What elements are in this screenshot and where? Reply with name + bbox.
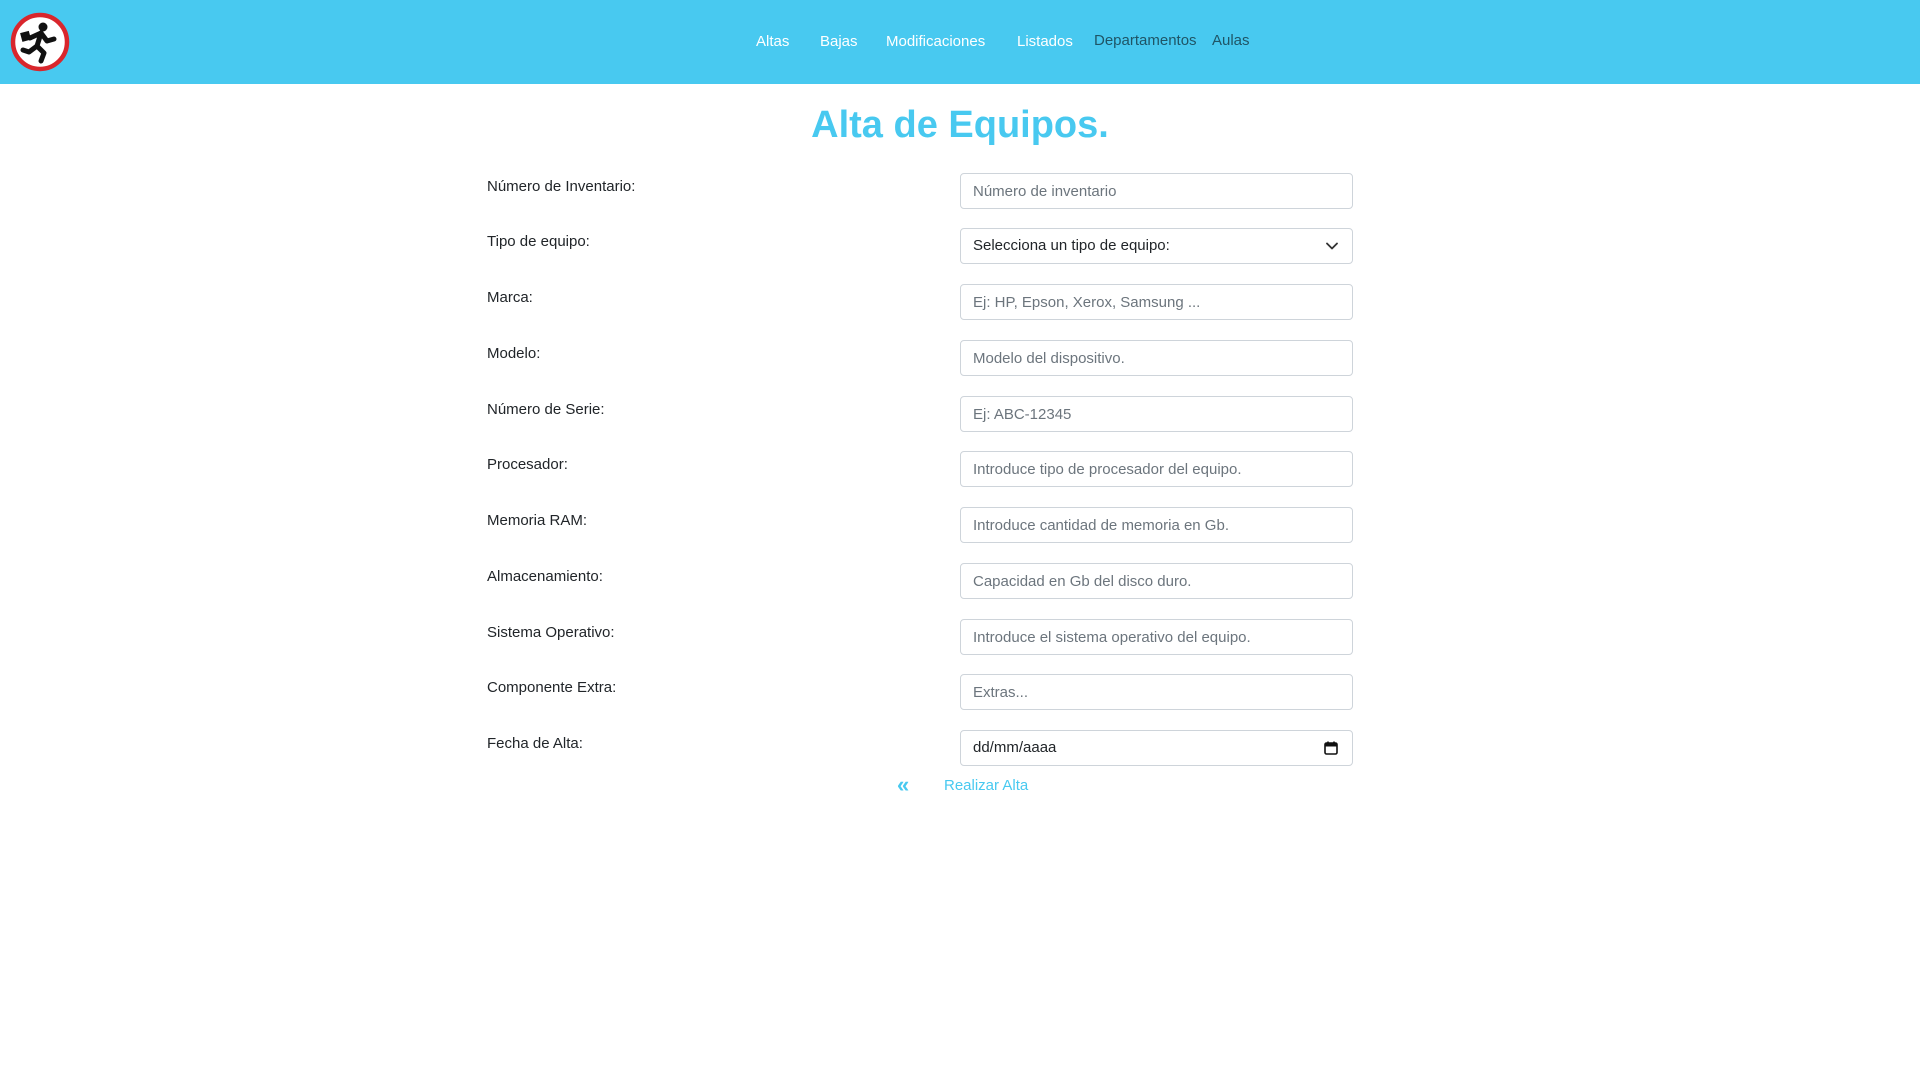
model-row: Modelo: [487, 340, 1353, 376]
serial-number-row: Número de Serie: [487, 396, 1353, 432]
extra-component-label: Componente Extra: [487, 679, 617, 696]
page-title: Alta de Equipos. [811, 104, 1109, 146]
registration-date-label: Fecha de Alta: [487, 735, 583, 752]
nav-link-aulas[interactable]: Aulas [1212, 29, 1250, 53]
ram-row: Memoria RAM: [487, 507, 1353, 543]
chevron-down-icon [1326, 242, 1338, 250]
registration-date-value: dd/mm/aaaa [973, 739, 1057, 756]
storage-row: Almacenamiento: [487, 563, 1353, 599]
ram-label: Memoria RAM: [487, 512, 588, 529]
registration-date-row: Fecha de Alta: dd/mm/aaaa [487, 730, 1353, 766]
serial-number-input[interactable] [960, 396, 1353, 432]
submit-button[interactable]: Realizar Alta [944, 776, 1028, 796]
serial-number-label: Número de Serie: [487, 401, 605, 418]
model-label: Modelo: [487, 345, 541, 362]
calendar-icon[interactable] [1324, 741, 1338, 755]
processor-label: Procesador: [487, 456, 568, 473]
equipment-type-select[interactable]: Selecciona un tipo de equipo: [960, 228, 1353, 264]
extra-component-row: Componente Extra: [487, 674, 1353, 710]
processor-row: Procesador: [487, 451, 1353, 487]
storage-input[interactable] [960, 563, 1353, 599]
inventory-number-input[interactable] [960, 173, 1353, 209]
main-nav: Altas Bajas Modificaciones Listados Depa… [0, 0, 1920, 84]
processor-input[interactable] [960, 451, 1353, 487]
nav-link-bajas[interactable]: Bajas [820, 30, 858, 54]
equipment-type-row: Tipo de equipo: Selecciona un tipo de eq… [487, 228, 1353, 264]
equipment-type-selected-value: Selecciona un tipo de equipo: [973, 237, 1170, 254]
registration-date-input[interactable]: dd/mm/aaaa [960, 730, 1353, 766]
nav-link-listados[interactable]: Listados [1017, 30, 1073, 54]
double-chevron-left-icon[interactable]: « [897, 774, 915, 796]
inventory-number-row: Número de Inventario: [487, 173, 1353, 209]
operating-system-row: Sistema Operativo: [487, 619, 1353, 655]
model-input[interactable] [960, 340, 1353, 376]
extra-component-input[interactable] [960, 674, 1353, 710]
nav-link-departamentos[interactable]: Departamentos [1094, 29, 1197, 53]
top-navbar: Altas Bajas Modificaciones Listados Depa… [0, 0, 1920, 84]
storage-label: Almacenamiento: [487, 568, 603, 585]
operating-system-label: Sistema Operativo: [487, 624, 615, 641]
nav-link-altas[interactable]: Altas [756, 30, 789, 54]
equipment-type-label: Tipo de equipo: [487, 233, 590, 250]
ram-input[interactable] [960, 507, 1353, 543]
nav-link-modificaciones[interactable]: Modificaciones [886, 30, 985, 54]
brand-input[interactable] [960, 284, 1353, 320]
brand-row: Marca: [487, 284, 1353, 320]
brand-label: Marca: [487, 289, 533, 306]
operating-system-input[interactable] [960, 619, 1353, 655]
inventory-number-label: Número de Inventario: [487, 178, 636, 195]
